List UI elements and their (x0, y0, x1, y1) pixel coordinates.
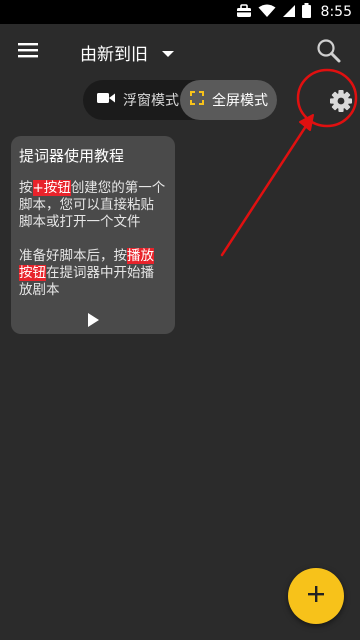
add-script-button[interactable] (288, 568, 344, 624)
caret-down-icon (162, 43, 174, 62)
video-camera-icon (97, 92, 115, 108)
para1-highlight: +按钮 (32, 180, 71, 196)
gear-icon (328, 90, 354, 118)
signal-icon (282, 3, 296, 22)
script-card[interactable]: 提词器使用教程 按+按钮创建您的第一个脚本，您可以直接粘贴脚本或打开一个文件 准… (11, 136, 175, 334)
para1-text-before: 按 (19, 180, 33, 196)
fullscreen-icon (190, 91, 204, 109)
app-toolbar: 由新到旧 (0, 24, 360, 80)
wifi-icon (258, 3, 276, 22)
menu-button[interactable] (14, 38, 42, 66)
float-mode-label: 浮窗模式 (123, 93, 179, 109)
annotation-arrow-line (220, 121, 310, 257)
fullscreen-mode-label: 全屏模式 (212, 93, 268, 109)
play-button[interactable] (85, 312, 101, 328)
status-bar: 8:55 (0, 0, 360, 24)
sort-order-label: 由新到旧 (80, 44, 148, 65)
search-icon (316, 39, 342, 68)
menu-icon (18, 42, 38, 62)
search-button[interactable] (316, 38, 344, 66)
display-mode-toggle: 浮窗模式 全屏模式 (83, 80, 277, 120)
status-time: 8:55 (320, 4, 352, 20)
play-icon (85, 313, 101, 332)
fullscreen-mode-option[interactable]: 全屏模式 (180, 80, 277, 120)
plus-icon (307, 585, 325, 607)
script-title: 提词器使用教程 (19, 147, 125, 165)
tutorial-paragraph-2: 准备好脚本后，按播放按钮在提词器中开始播放剧本 (19, 248, 167, 299)
sort-order-dropdown[interactable]: 由新到旧 (70, 36, 184, 68)
battery-icon (301, 2, 311, 22)
briefcase-icon (236, 3, 252, 22)
status-icons: 8:55 (236, 0, 352, 24)
tutorial-paragraph-1: 按+按钮创建您的第一个脚本，您可以直接粘贴脚本或打开一个文件 (19, 180, 167, 231)
settings-button[interactable] (328, 88, 354, 114)
annotation-arrow-head (299, 114, 314, 131)
float-mode-option[interactable]: 浮窗模式 (91, 80, 185, 120)
para2-text-before: 准备好脚本后，按 (19, 248, 127, 264)
